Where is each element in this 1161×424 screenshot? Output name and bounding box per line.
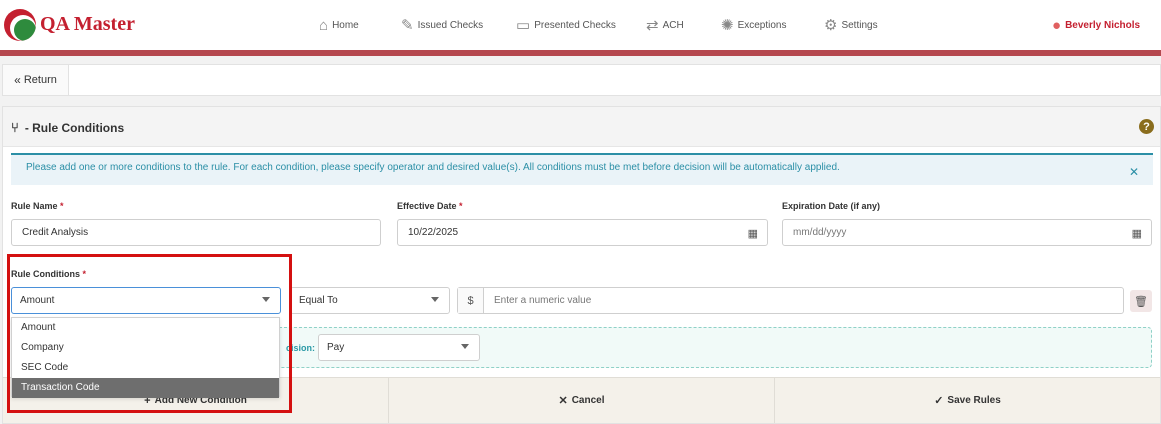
user-icon: ●: [1052, 16, 1062, 34]
brand-name[interactable]: QA Master: [40, 13, 135, 36]
value-input-group[interactable]: $ Enter a numeric value: [457, 287, 1124, 314]
nav-issued-checks[interactable]: ✎ Issued Checks: [401, 15, 483, 35]
expiration-date-label: Expiration Date (if any): [782, 201, 881, 211]
nav-presented-checks[interactable]: ▭ Presented Checks: [516, 15, 616, 35]
rule-name-value: Credit Analysis: [22, 227, 89, 238]
currency-addon: $: [458, 288, 484, 313]
condition-field-dropdown: Amount Company SEC Code Transaction Code: [11, 317, 280, 398]
ach-transfer-icon: ⇄: [646, 16, 659, 34]
nav-ach-label: ACH: [662, 19, 684, 31]
help-icon[interactable]: ?: [1139, 119, 1154, 134]
info-alert-text: Please add one or more conditions to the…: [26, 162, 840, 173]
save-rules-button[interactable]: ✓ Save Rules: [775, 377, 1160, 423]
effective-date-label: Effective Date *: [397, 201, 463, 211]
operator-value: Equal To: [299, 295, 338, 306]
close-icon[interactable]: ✕: [1129, 165, 1139, 179]
calendar-icon[interactable]: ▦: [748, 227, 758, 240]
decision-select[interactable]: Pay: [318, 334, 480, 361]
chevron-down-icon: [461, 344, 469, 349]
header-stripe: [0, 50, 1161, 56]
cancel-button[interactable]: ✕ Cancel: [389, 377, 775, 423]
dropdown-option-company[interactable]: Company: [12, 338, 279, 358]
info-alert: Please add one or more conditions to the…: [11, 153, 1153, 185]
brand-logo[interactable]: [4, 9, 36, 41]
nav-presented-checks-label: Presented Checks: [534, 19, 616, 31]
decision-value: Pay: [327, 342, 345, 353]
rule-name-label: Rule Name *: [11, 201, 64, 211]
return-button[interactable]: « Return: [3, 65, 69, 95]
cancel-label: Cancel: [571, 395, 605, 406]
return-label: Return: [23, 74, 57, 86]
effective-date-value: 10/22/2025: [408, 227, 459, 238]
nav-settings-label: Settings: [841, 19, 878, 31]
panel-title: ⑂ - Rule Conditions: [11, 120, 124, 135]
decision-label: cision:: [286, 343, 316, 353]
effective-date-input[interactable]: 10/22/2025 ▦: [397, 219, 768, 246]
dropdown-option-transaction-code[interactable]: Transaction Code: [12, 378, 279, 398]
check-edit-icon: ✎: [401, 16, 414, 34]
nav-user-menu[interactable]: ● Beverly Nichols: [1052, 15, 1140, 35]
operator-select[interactable]: Equal To: [290, 287, 450, 314]
return-bar: « Return: [2, 64, 1161, 96]
double-chevron-left-icon: «: [14, 73, 21, 87]
nav-home-label: Home: [332, 19, 359, 31]
alert-burst-icon: ✺: [721, 16, 734, 34]
expiration-date-input[interactable]: mm/dd/yyyy ▦: [782, 219, 1152, 246]
nav-settings[interactable]: ⚙ Settings: [824, 15, 878, 35]
chevron-down-icon: [262, 297, 270, 302]
rule-name-input[interactable]: Credit Analysis: [11, 219, 381, 246]
condition-field-select[interactable]: Amount: [11, 287, 281, 314]
nav-issued-checks-label: Issued Checks: [417, 19, 484, 31]
chevron-down-icon: [431, 297, 439, 302]
check-icon: ✓: [934, 395, 944, 407]
check-card-icon: ▭: [516, 16, 531, 34]
trash-icon: 🗑: [1134, 295, 1148, 308]
panel-header: ⑂ - Rule Conditions ?: [3, 107, 1160, 147]
top-navbar: QA Master ⌂ Home ✎ Issued Checks ▭ Prese…: [0, 0, 1161, 50]
dropdown-option-amount[interactable]: Amount: [12, 318, 279, 338]
nav-exceptions[interactable]: ✺ Exceptions: [721, 15, 787, 35]
dropdown-option-sec-code[interactable]: SEC Code: [12, 358, 279, 378]
condition-field-value: Amount: [20, 295, 55, 306]
decision-box: cision: Pay: [265, 327, 1152, 368]
delete-condition-button[interactable]: 🗑: [1130, 290, 1152, 312]
nav-home[interactable]: ⌂ Home: [319, 15, 359, 35]
save-rules-label: Save Rules: [947, 395, 1001, 406]
close-icon: ✕: [558, 395, 568, 407]
value-input-placeholder[interactable]: Enter a numeric value: [494, 295, 591, 306]
panel-title-text: - Rule Conditions: [24, 120, 125, 135]
gears-icon: ⚙: [824, 16, 838, 34]
nav-exceptions-label: Exceptions: [737, 19, 787, 31]
calendar-icon[interactable]: ▦: [1132, 227, 1142, 240]
branch-icon: ⑂: [11, 120, 19, 135]
nav-user-name: Beverly Nichols: [1065, 19, 1141, 31]
rule-conditions-label: Rule Conditions *: [11, 269, 87, 279]
expiration-date-placeholder: mm/dd/yyyy: [793, 227, 847, 238]
home-icon: ⌂: [319, 16, 329, 34]
nav-ach[interactable]: ⇄ ACH: [646, 15, 684, 35]
